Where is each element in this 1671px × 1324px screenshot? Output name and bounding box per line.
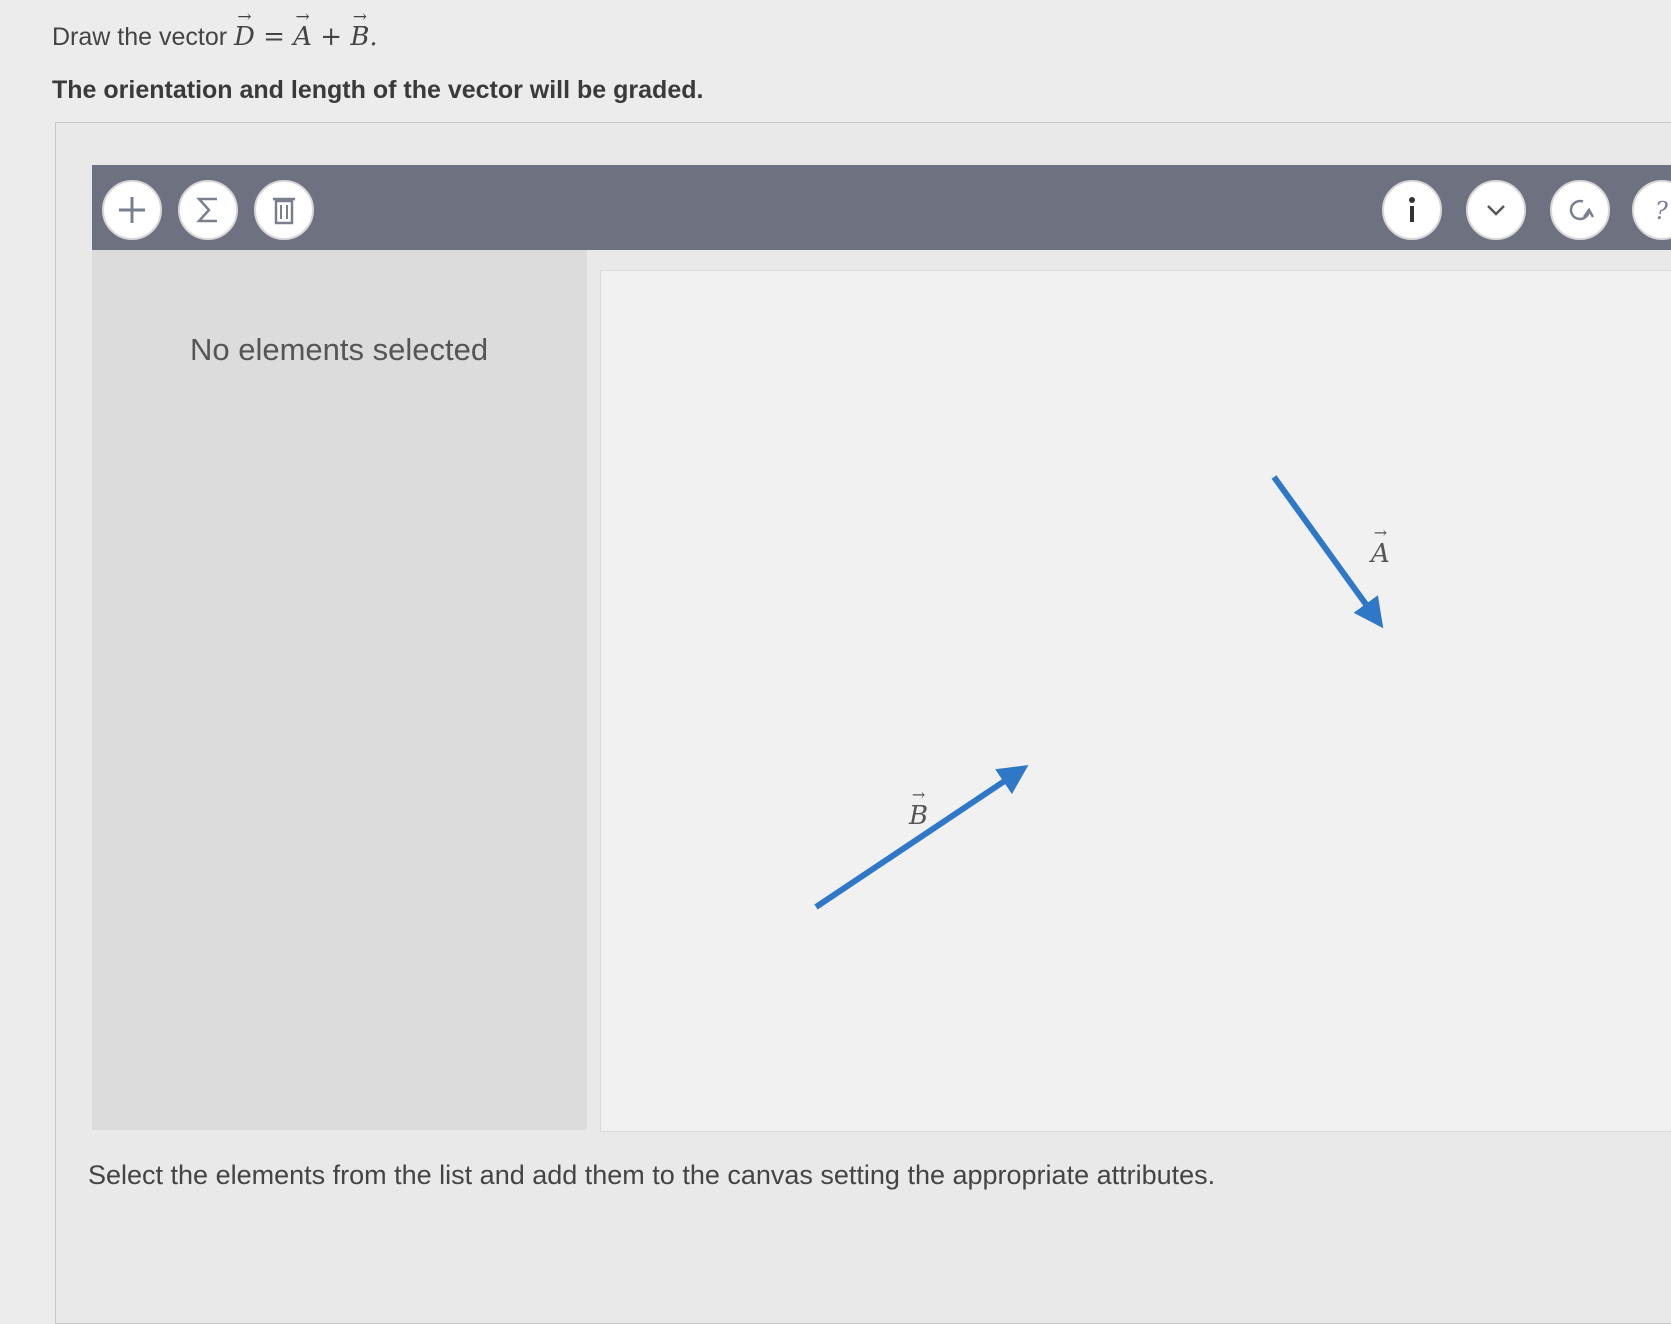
help-icon: ? — [1655, 197, 1668, 225]
period: . — [369, 22, 378, 52]
info-icon — [1409, 197, 1415, 222]
plus-icon — [119, 197, 145, 223]
trash-icon — [273, 197, 295, 225]
equals-sign: = — [254, 22, 294, 52]
prompt-equation: D = A + B. — [234, 22, 378, 52]
collapse-button[interactable] — [1466, 180, 1526, 240]
no-selection-message: No elements selected — [190, 332, 489, 367]
info-button[interactable] — [1382, 180, 1442, 240]
question-prompt: Draw the vector D = A + B. — [52, 22, 378, 52]
vector-b-label: B — [909, 801, 928, 831]
svg-text:?: ? — [1655, 197, 1668, 225]
vector-a[interactable] — [1271, 475, 1384, 629]
help-text: Select the elements from the list and ad… — [88, 1160, 1216, 1190]
plus-sign: + — [311, 22, 351, 52]
prompt-text: Draw the vector — [52, 23, 235, 51]
refresh-icon — [1569, 199, 1595, 221]
vector-b-symbol: B — [350, 22, 369, 52]
add-button[interactable] — [102, 180, 162, 240]
delete-button[interactable] — [254, 180, 314, 240]
sum-button[interactable] — [178, 180, 238, 240]
drawing-canvas[interactable]: A B — [600, 270, 1671, 1132]
vector-layer — [814, 475, 1384, 910]
element-properties-panel: No elements selected — [92, 250, 587, 1130]
vector-d-symbol: D — [234, 22, 255, 52]
chevron-down-icon — [1487, 205, 1505, 216]
grading-instruction: The orientation and length of the vector… — [52, 76, 704, 104]
vector-a-symbol: A — [293, 22, 312, 52]
sigma-icon — [196, 197, 217, 223]
reset-button[interactable] — [1550, 180, 1610, 240]
vector-a-label: A — [1371, 539, 1390, 569]
